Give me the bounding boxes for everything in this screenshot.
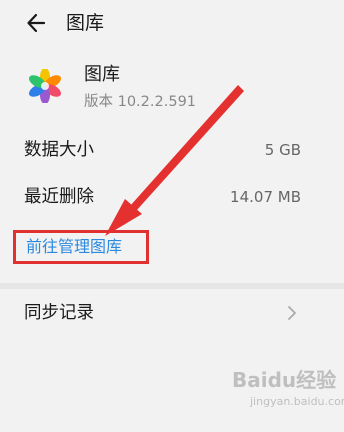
sync-records-label: 同步记录	[24, 303, 94, 323]
chevron-right-icon	[288, 306, 296, 320]
app-version: 版本 10.2.2.591	[84, 94, 197, 110]
data-size-value: 5 GB	[264, 141, 301, 159]
sync-records-row[interactable]: 同步记录	[0, 289, 344, 337]
recently-deleted-value: 14.07 MB	[230, 188, 301, 206]
header: 图库	[0, 0, 344, 46]
gallery-flower-icon	[29, 69, 61, 103]
watermark: Baidu经验	[232, 368, 337, 392]
data-size-label: 数据大小	[24, 140, 94, 160]
watermark-url: jingyan.baidu.com	[250, 395, 344, 408]
arrow-left-icon[interactable]	[24, 10, 50, 36]
page-title: 图库	[66, 12, 105, 34]
recently-deleted-label: 最近删除	[24, 187, 94, 207]
manage-gallery-link[interactable]: 前往管理图库	[26, 235, 122, 259]
app-name: 图库	[84, 64, 120, 85]
